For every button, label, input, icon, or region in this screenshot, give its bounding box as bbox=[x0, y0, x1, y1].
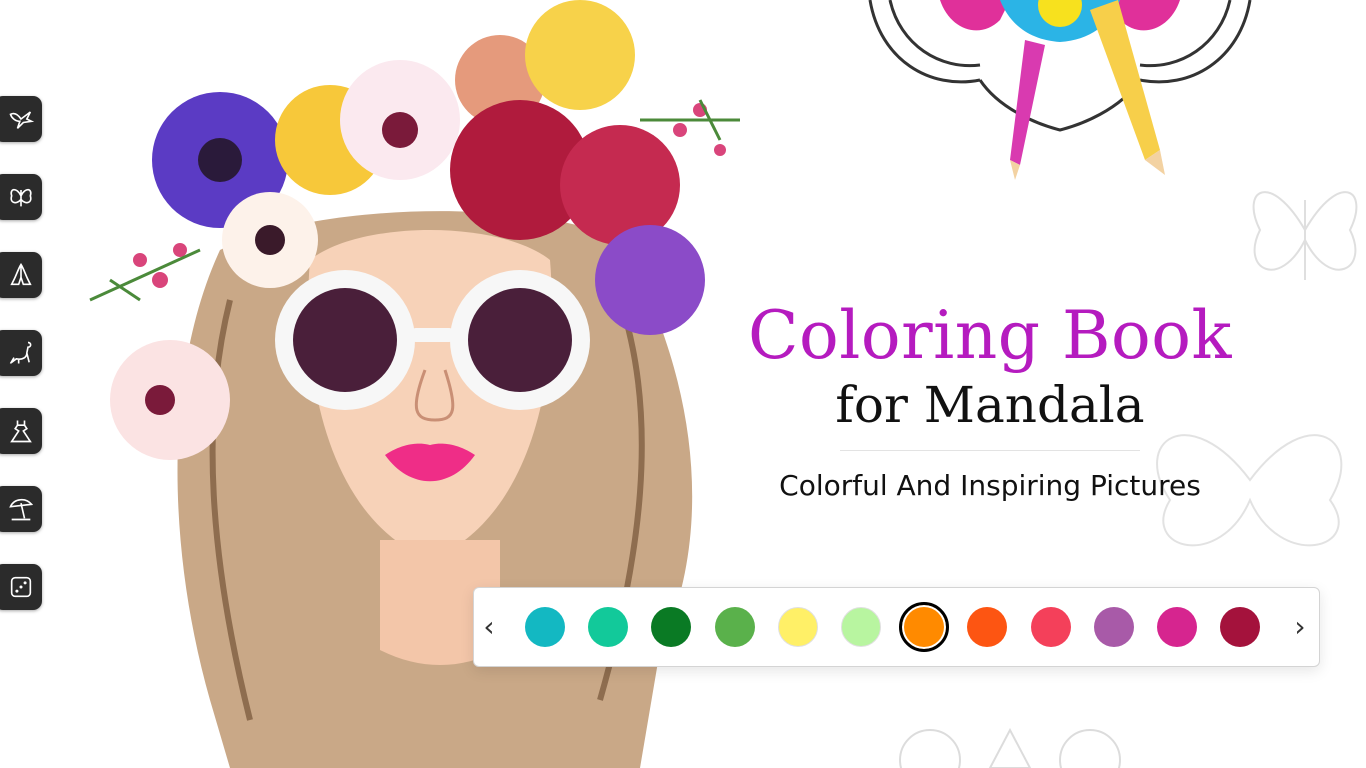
color-swatch[interactable] bbox=[777, 607, 818, 647]
beach-umbrella-icon bbox=[9, 498, 34, 521]
app-title: Coloring Book bbox=[748, 297, 1232, 374]
color-swatch[interactable] bbox=[525, 607, 565, 647]
sidebar-item-butterflies[interactable] bbox=[0, 174, 42, 220]
palette-next-button[interactable]: › bbox=[1285, 610, 1315, 644]
color-swatch[interactable] bbox=[1093, 607, 1134, 647]
color-swatch[interactable] bbox=[967, 607, 1008, 647]
title-divider bbox=[840, 450, 1140, 451]
color-swatch[interactable] bbox=[1157, 607, 1197, 647]
color-swatch[interactable] bbox=[1030, 607, 1071, 647]
app-subtitle: Colorful And Inspiring Pictures bbox=[779, 469, 1201, 502]
headline-block: Coloring Book for Mandala Colorful And I… bbox=[740, 296, 1240, 502]
color-swatch[interactable] bbox=[651, 607, 692, 647]
praying-hands-icon bbox=[10, 263, 32, 286]
mandala-pencils-illustration bbox=[868, 0, 1252, 180]
color-swatch[interactable] bbox=[588, 607, 629, 647]
dinosaur-icon bbox=[9, 341, 32, 364]
dice-icon bbox=[10, 576, 32, 598]
color-swatch[interactable] bbox=[1220, 607, 1261, 647]
bird-icon bbox=[9, 111, 35, 129]
dress-icon bbox=[10, 420, 32, 443]
sidebar-item-fashion[interactable] bbox=[0, 408, 42, 454]
sidebar-item-games[interactable] bbox=[0, 564, 42, 610]
butterfly-icon bbox=[10, 188, 32, 207]
sidebar-item-birds[interactable] bbox=[0, 96, 42, 142]
palette-prev-button[interactable]: ‹ bbox=[474, 610, 504, 644]
color-palette: ‹ › bbox=[473, 587, 1320, 667]
color-swatch[interactable] bbox=[841, 607, 881, 647]
sidebar-item-vacation[interactable] bbox=[0, 486, 42, 532]
app-title-secondary: for Mandala bbox=[835, 376, 1145, 434]
color-swatch[interactable] bbox=[714, 607, 755, 647]
sidebar-item-dinosaurs[interactable] bbox=[0, 330, 42, 376]
mandala-bottom-decoration bbox=[899, 727, 1121, 768]
color-swatch[interactable] bbox=[899, 602, 950, 652]
sidebar-item-spiritual[interactable] bbox=[0, 252, 42, 298]
